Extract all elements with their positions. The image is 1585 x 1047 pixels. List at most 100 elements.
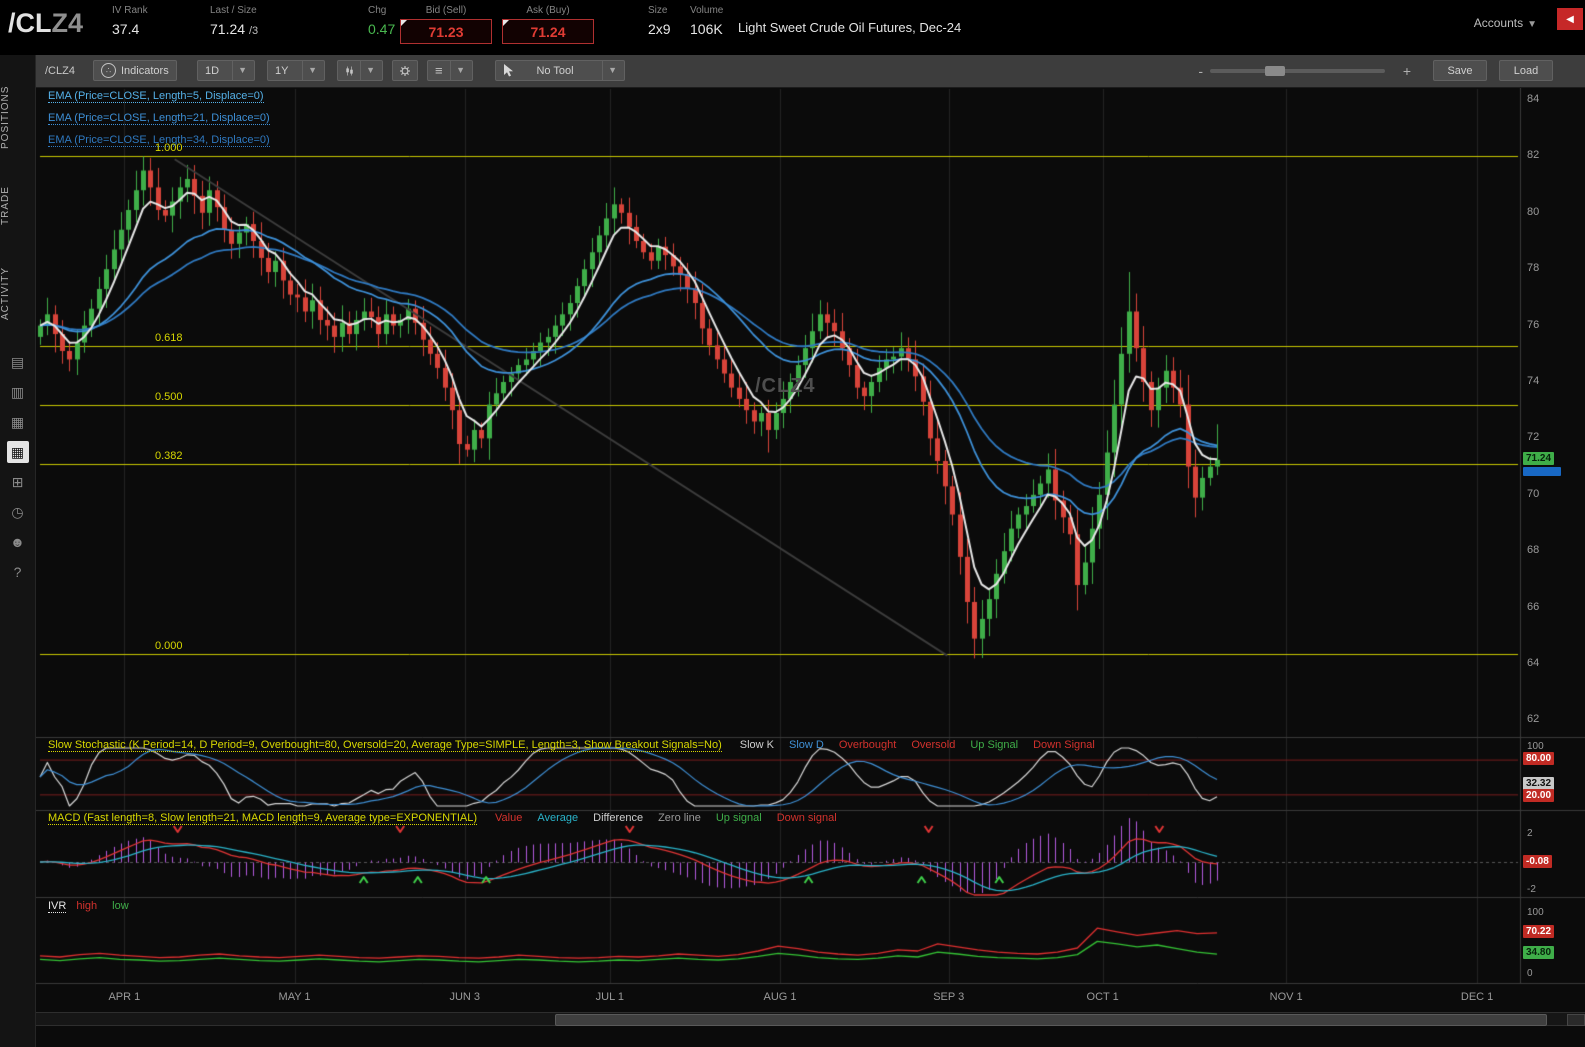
last-size-suffix: /3 [249,25,258,37]
chart-type-dropdown[interactable]: ▼ [337,60,383,81]
ask-field: Ask (Buy) 71.24 [502,5,594,44]
ivr-axis-bottom: 0 [1527,968,1533,979]
legend-average: Average [537,812,578,824]
range-dropdown[interactable]: 1Y ▼ [267,60,325,81]
history-clock-icon-glyph: ◷ [11,504,23,521]
fib-level-label: 0.618 [155,332,183,344]
zoom-in-button[interactable]: + [1403,55,1411,87]
time-axis-label: MAY 1 [279,991,311,1003]
stoch-oversold-badge: 20.00 [1523,789,1554,802]
ask-button[interactable]: 71.24 [502,19,594,44]
scrollbar-end-button[interactable] [1567,1014,1585,1026]
size-value: 2x9 [648,21,671,37]
accounts-dropdown[interactable]: Accounts ▼ [1474,16,1537,30]
iv-rank-field: IV Rank 37.4 [112,5,148,37]
watchlist-icon[interactable]: ▥ [0,377,35,407]
iv-rank-label: IV Rank [112,5,148,16]
chart-area: EMA (Price=CLOSE, Length=5, Displace=0) … [35,87,1585,1047]
size-field: Size 2x9 [648,5,671,37]
load-button[interactable]: Load [1499,60,1553,81]
legend-slow-d: Slow D [789,739,824,751]
fib-level-label: 0.000 [155,640,183,652]
time-axis-label: JUL 1 [596,991,624,1003]
chart-hscrollbar-thumb[interactable] [555,1014,1547,1026]
chevron-down-icon: ▼ [602,61,617,80]
community-icon-glyph: ☻ [10,534,25,550]
calendar-icon[interactable]: ▦ [0,407,35,437]
aggregation-value: 1D [205,65,219,77]
range-value: 1Y [275,65,288,77]
help-icon[interactable]: ? [0,557,35,587]
chg-value: 0.47 [368,21,395,37]
stoch-legend: Slow KSlow DOverboughtOversoldUp SignalD… [740,739,1110,751]
chart-settings-button[interactable] [392,60,418,81]
save-button[interactable]: Save [1433,60,1487,81]
last-value: 71.24 [210,21,245,37]
chart-toolbar: /CLZ4 ∴ Indicators 1D ▼ 1Y ▼ ▼ [35,55,1585,88]
volume-label: Volume [690,5,723,16]
legend-value: Value [495,812,522,824]
chart-watermark: /CLZ4 [755,375,816,398]
drawing-tools-dropdown[interactable]: ≡ ▼ [427,60,473,81]
zoom-slider[interactable] [1210,69,1385,73]
sidebar-tab-trade[interactable]: TRADE [0,177,35,235]
zoom-slider-thumb[interactable] [1265,66,1285,76]
chevron-down-icon: ▼ [1527,19,1537,30]
history-clock-icon[interactable]: ◷ [0,497,35,527]
zoom-out-button[interactable]: - [1198,55,1203,87]
sidebar-tab-activity[interactable]: ACTIVITY [0,257,35,329]
ema-21-label[interactable]: EMA (Price=CLOSE, Length=21, Displace=0) [48,112,270,125]
cursor-icon [503,64,514,77]
legend-slow-k: Slow K [740,739,774,751]
chart-canvas[interactable] [35,87,1585,987]
time-axis-label: AUG 1 [763,991,796,1003]
fib-level-label: 1.000 [155,142,183,154]
top-header: /CLZ4 IV Rank 37.4 Last / Size 71.24 /3 … [0,0,1585,55]
macd-title[interactable]: MACD (Fast length=8, Slow length=21, MAC… [48,812,477,825]
price-axis-tick: 82 [1527,149,1539,161]
legend-down-signal: Down signal [777,812,837,824]
time-axis-label: NOV 1 [1270,991,1303,1003]
community-icon[interactable]: ☻ [0,527,35,557]
toolbar-symbol-label: /CLZ4 [45,55,75,87]
aggregation-dropdown[interactable]: 1D ▼ [197,60,255,81]
price-axis-tick: 66 [1527,601,1539,613]
accounts-label: Accounts [1474,16,1523,30]
ivr-title[interactable]: IVR [48,900,66,913]
symbol-expiry: Z4 [52,8,84,38]
ema-5-label[interactable]: EMA (Price=CLOSE, Length=5, Displace=0) [48,90,264,103]
app-root: /CLZ4 IV Rank 37.4 Last / Size 71.24 /3 … [0,0,1585,1047]
price-axis-tick: 78 [1527,262,1539,274]
collapse-panel-button[interactable]: ◀ [1557,8,1583,30]
chart-icon[interactable]: ▦ [0,437,35,467]
grid-apps-icon[interactable]: ⊞ [0,467,35,497]
monitor-icon[interactable]: ▤ [0,347,35,377]
ivr-low-label: low [112,900,129,912]
chart-hscrollbar[interactable] [35,1012,1585,1026]
load-label: Load [1514,65,1538,77]
drawing-tools-icon: ≡ [435,63,443,78]
collapse-arrow-icon: ◀ [1566,14,1574,25]
help-icon-glyph: ? [14,564,22,580]
price-axis-tick: 68 [1527,544,1539,556]
legend-up-signal: Up signal [716,812,762,824]
ivr-high-badge: 70.22 [1523,925,1554,938]
macd-axis-bottom: -2 [1527,884,1536,895]
indicators-flask-icon: ∴ [101,63,116,78]
grid-apps-icon-glyph: ⊞ [12,474,24,491]
last-size-field: Last / Size 71.24 /3 [210,5,258,37]
bid-value: 71.23 [428,24,463,40]
stoch-title[interactable]: Slow Stochastic (K Period=14, D Period=9… [48,739,722,752]
ask-label: Ask (Buy) [502,5,594,16]
chevron-down-icon: ▼ [360,61,375,80]
active-tool-dropdown[interactable]: No Tool ▼ [495,60,625,81]
macd-panel-header: MACD (Fast length=8, Slow length=21, MAC… [48,812,852,825]
last-price-badge: 71.24 [1523,452,1554,465]
contract-description: Light Sweet Crude Oil Futures, Dec-24 [738,20,961,35]
time-axis-label: JUN 3 [449,991,480,1003]
macd-value-badge: -0.08 [1523,855,1552,868]
sidebar-tab-positions[interactable]: POSITIONS [0,73,35,161]
time-axis-label: OCT 1 [1087,991,1119,1003]
bid-button[interactable]: 71.23 [400,19,492,44]
indicators-button[interactable]: ∴ Indicators [93,60,177,81]
